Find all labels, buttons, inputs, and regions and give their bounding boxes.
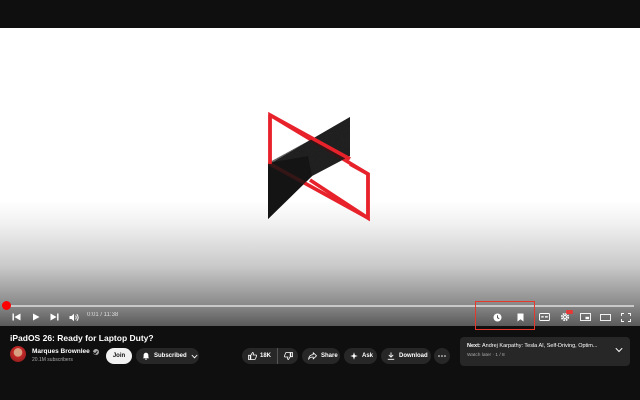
next-up-prefix: Next:: [467, 343, 481, 349]
sparkle-icon: [350, 352, 358, 360]
download-label: Download: [399, 353, 428, 359]
subscribed-button[interactable]: Subscribed: [136, 348, 199, 364]
play-button[interactable]: [29, 310, 43, 324]
join-button[interactable]: Join: [106, 348, 132, 364]
chevron-down-icon: [191, 354, 198, 358]
subscribed-label: Subscribed: [154, 353, 187, 359]
chevron-down-icon[interactable]: [615, 347, 623, 353]
next-up-playlist: Watch later · 1 / 8: [467, 353, 505, 358]
bell-icon: [142, 352, 150, 360]
download-icon: [387, 352, 395, 360]
channel-logo-frame: [268, 112, 370, 222]
video-player[interactable]: 0:01 / 11:38: [0, 28, 640, 330]
theater-icon: [600, 313, 611, 321]
top-bar: [0, 0, 640, 28]
next-up-card[interactable]: Next: Andrej Karpathy: Tesla AI, Self-Dr…: [460, 337, 630, 366]
ask-label: Ask: [362, 353, 374, 359]
fullscreen-button[interactable]: [618, 310, 633, 324]
progress-scrubber[interactable]: [2, 301, 11, 310]
subscriber-count: 20.1M subscribers: [32, 357, 73, 363]
more-horizontal-icon: [438, 355, 446, 357]
time-display: 0:01 / 11:38: [87, 312, 119, 318]
ask-button[interactable]: Ask: [344, 348, 377, 364]
thumbs-up-icon: [248, 352, 257, 360]
fullscreen-icon: [620, 312, 631, 322]
channel-avatar[interactable]: [10, 346, 26, 362]
join-label: Join: [112, 353, 126, 359]
previous-icon: [12, 313, 20, 321]
like-button[interactable]: 18K: [242, 348, 278, 364]
video-title: iPadOS 26: Ready for Laptop Duty?: [10, 333, 154, 343]
dislike-button[interactable]: [278, 348, 298, 364]
previous-button[interactable]: [9, 310, 23, 324]
download-button[interactable]: Download: [381, 348, 431, 364]
verified-icon: [92, 348, 99, 355]
next-up-line: Next: Andrej Karpathy: Tesla AI, Self-Dr…: [467, 343, 605, 349]
miniplayer-icon: [580, 313, 591, 321]
like-dislike-group: 18K: [242, 348, 298, 364]
save-icon: [517, 313, 523, 321]
captions-icon: [539, 313, 550, 321]
next-button[interactable]: [47, 310, 61, 324]
like-count: 18K: [260, 353, 272, 359]
save-button[interactable]: [513, 310, 527, 324]
hd-badge: [566, 310, 573, 314]
volume-icon: [69, 313, 79, 321]
share-icon: [308, 352, 317, 360]
next-icon: [50, 313, 58, 321]
theater-mode-button[interactable]: [598, 310, 613, 324]
share-label: Share: [321, 353, 338, 359]
thumbs-down-icon: [283, 352, 293, 360]
watch-later-icon: [493, 313, 501, 321]
channel-name: Marques Brownlee: [32, 348, 90, 355]
next-up-title: Andrej Karpathy: Tesla AI, Self-Driving,…: [482, 343, 598, 349]
captions-button[interactable]: [537, 310, 552, 324]
more-actions-button[interactable]: [434, 348, 450, 364]
play-icon: [33, 313, 40, 321]
share-button[interactable]: Share: [302, 348, 340, 364]
channel-name-link[interactable]: Marques Brownlee: [32, 348, 99, 355]
watch-later-button[interactable]: [489, 310, 505, 324]
volume-button[interactable]: [66, 310, 82, 324]
progress-bar[interactable]: [6, 305, 634, 307]
miniplayer-button[interactable]: [578, 310, 593, 324]
